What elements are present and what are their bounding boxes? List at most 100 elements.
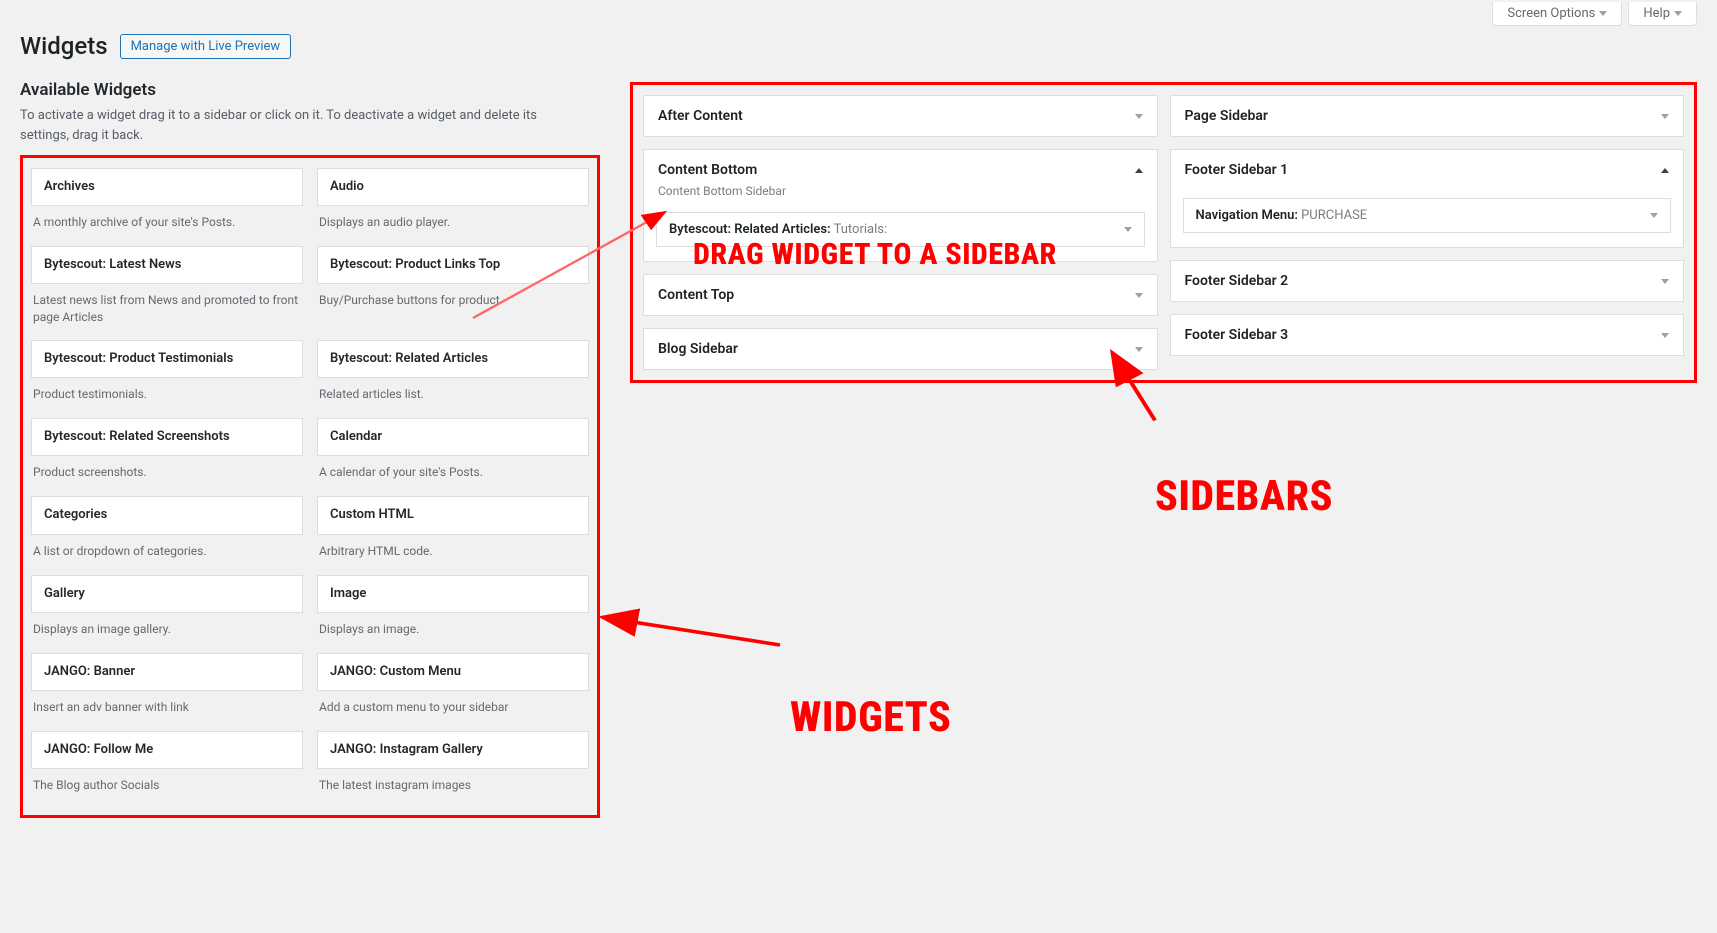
widget-description: The Blog author Socials xyxy=(31,769,303,809)
help-label: Help xyxy=(1643,6,1670,21)
sidebar-panel: Page Sidebar xyxy=(1170,95,1685,137)
widget-item[interactable]: Calendar xyxy=(317,418,589,456)
widget-item[interactable]: Bytescout: Related Articles xyxy=(317,340,589,378)
sidebar-panel: After Content xyxy=(643,95,1158,137)
widget-description: Insert an adv banner with link xyxy=(31,691,303,731)
widget-cell: ArchivesA monthly archive of your site's… xyxy=(31,168,303,246)
widget-cell: Bytescout: Product Links TopBuy/Purchase… xyxy=(317,246,589,340)
chevron-down-icon xyxy=(1674,11,1682,16)
available-widgets-column: Available Widgets To activate a widget d… xyxy=(20,80,600,818)
chevron-down-icon xyxy=(1124,227,1132,232)
sidebar-panel: Footer Sidebar 2 xyxy=(1170,260,1685,302)
widget-cell: Bytescout: Product TestimonialsProduct t… xyxy=(31,340,303,418)
sidebar-header[interactable]: Footer Sidebar 2 xyxy=(1171,261,1684,301)
widget-cell: JANGO: Follow MeThe Blog author Socials xyxy=(31,731,303,809)
widget-description: Product screenshots. xyxy=(31,456,303,496)
sidebar-title: Footer Sidebar 3 xyxy=(1185,327,1289,343)
widget-item[interactable]: Bytescout: Latest News xyxy=(31,246,303,284)
placed-widget[interactable]: Bytescout: Related Articles: Tutorials: xyxy=(656,212,1145,247)
sidebar-header[interactable]: Blog Sidebar xyxy=(644,329,1157,369)
sidebar-title: After Content xyxy=(658,108,743,124)
sidebar-title: Footer Sidebar 1 xyxy=(1185,162,1289,178)
widget-item[interactable]: JANGO: Instagram Gallery xyxy=(317,731,589,769)
widget-item[interactable]: JANGO: Custom Menu xyxy=(317,653,589,691)
widget-cell: GalleryDisplays an image gallery. xyxy=(31,575,303,653)
page-title: Widgets xyxy=(20,32,108,60)
widget-cell: Bytescout: Related ArticlesRelated artic… xyxy=(317,340,589,418)
sidebar-title: Content Bottom xyxy=(658,162,757,178)
chevron-down-icon xyxy=(1135,347,1143,352)
widget-cell: JANGO: Custom MenuAdd a custom menu to y… xyxy=(317,653,589,731)
widget-description: Displays an image. xyxy=(317,613,589,653)
widget-item[interactable]: JANGO: Banner xyxy=(31,653,303,691)
widget-description: Product testimonials. xyxy=(31,378,303,418)
sidebar-body: Bytescout: Related Articles: Tutorials: xyxy=(644,204,1157,261)
sidebar-panel: Blog Sidebar xyxy=(643,328,1158,370)
widget-cell: JANGO: BannerInsert an adv banner with l… xyxy=(31,653,303,731)
sidebar-header[interactable]: Content Top xyxy=(644,275,1157,315)
chevron-down-icon xyxy=(1661,114,1669,119)
widget-item[interactable]: Image xyxy=(317,575,589,613)
widget-description: A list or dropdown of categories. xyxy=(31,535,303,575)
screen-options-button[interactable]: Screen Options xyxy=(1492,2,1622,26)
help-button[interactable]: Help xyxy=(1628,2,1697,26)
widget-cell: AudioDisplays an audio player. xyxy=(317,168,589,246)
widget-item[interactable]: Audio xyxy=(317,168,589,206)
sidebar-title: Page Sidebar xyxy=(1185,108,1268,124)
widget-description: The latest instagram images xyxy=(317,769,589,809)
sidebar-header[interactable]: After Content xyxy=(644,96,1157,136)
widget-cell: Bytescout: Related ScreenshotsProduct sc… xyxy=(31,418,303,496)
widget-item[interactable]: Bytescout: Product Links Top xyxy=(317,246,589,284)
sidebars-annotation-box: After ContentContent BottomContent Botto… xyxy=(630,82,1697,383)
sidebar-title: Footer Sidebar 2 xyxy=(1185,273,1289,289)
chevron-down-icon xyxy=(1135,114,1143,119)
sidebar-subtitle: Content Bottom Sidebar xyxy=(644,184,1157,204)
chevron-down-icon xyxy=(1599,11,1607,16)
widget-description: Displays an audio player. xyxy=(317,206,589,246)
widget-item[interactable]: Custom HTML xyxy=(317,496,589,534)
screen-meta-bar: Screen Options Help xyxy=(20,0,1697,26)
sidebar-header[interactable]: Footer Sidebar 1 xyxy=(1171,150,1684,190)
chevron-down-icon xyxy=(1661,333,1669,338)
widget-cell: Custom HTMLArbitrary HTML code. xyxy=(317,496,589,574)
sidebar-panel: Content Top xyxy=(643,274,1158,316)
available-widgets-title: Available Widgets xyxy=(20,80,600,100)
sidebar-body: Navigation Menu: PURCHASE xyxy=(1171,190,1684,247)
screen-options-label: Screen Options xyxy=(1507,6,1595,21)
widget-item[interactable]: Gallery xyxy=(31,575,303,613)
placed-widget-label: Navigation Menu: PURCHASE xyxy=(1196,208,1368,223)
sidebar-header[interactable]: Page Sidebar xyxy=(1171,96,1684,136)
widget-description: Displays an image gallery. xyxy=(31,613,303,653)
chevron-down-icon xyxy=(1650,213,1658,218)
widget-item[interactable]: JANGO: Follow Me xyxy=(31,731,303,769)
sidebar-title: Blog Sidebar xyxy=(658,341,738,357)
available-widgets-description: To activate a widget drag it to a sideba… xyxy=(20,106,560,145)
widget-description: Arbitrary HTML code. xyxy=(317,535,589,575)
widget-description: A monthly archive of your site's Posts. xyxy=(31,206,303,246)
widget-cell: CalendarA calendar of your site's Posts. xyxy=(317,418,589,496)
widget-description: A calendar of your site's Posts. xyxy=(317,456,589,496)
widget-cell: CategoriesA list or dropdown of categori… xyxy=(31,496,303,574)
chevron-down-icon xyxy=(1135,293,1143,298)
widget-cell: JANGO: Instagram GalleryThe latest insta… xyxy=(317,731,589,809)
sidebar-panel: Content Bottom Content Bottom Sidebar Byte… xyxy=(643,149,1158,262)
widget-cell: Bytescout: Latest NewsLatest news list f… xyxy=(31,246,303,340)
widget-cell: ImageDisplays an image. xyxy=(317,575,589,653)
placed-widget-label: Bytescout: Related Articles: Tutorials: xyxy=(669,222,887,237)
placed-widget[interactable]: Navigation Menu: PURCHASE xyxy=(1183,198,1672,233)
widgets-annotation-box: ArchivesA monthly archive of your site's… xyxy=(20,155,600,818)
live-preview-button[interactable]: Manage with Live Preview xyxy=(120,34,292,59)
widget-description: Related articles list. xyxy=(317,378,589,418)
widget-item[interactable]: Bytescout: Product Testimonials xyxy=(31,340,303,378)
sidebar-panel: Footer Sidebar 3 xyxy=(1170,314,1685,356)
sidebar-header[interactable]: Footer Sidebar 3 xyxy=(1171,315,1684,355)
sidebar-title: Content Top xyxy=(658,287,734,303)
widget-item[interactable]: Archives xyxy=(31,168,303,206)
chevron-up-icon xyxy=(1661,168,1669,173)
page-header: Widgets Manage with Live Preview xyxy=(20,32,1697,60)
widget-item[interactable]: Categories xyxy=(31,496,303,534)
widget-description: Latest news list from News and promoted … xyxy=(31,284,303,340)
sidebar-panel: Footer Sidebar 1 Navigation Menu: PURCHAS… xyxy=(1170,149,1685,248)
widget-description: Add a custom menu to your sidebar xyxy=(317,691,589,731)
widget-item[interactable]: Bytescout: Related Screenshots xyxy=(31,418,303,456)
